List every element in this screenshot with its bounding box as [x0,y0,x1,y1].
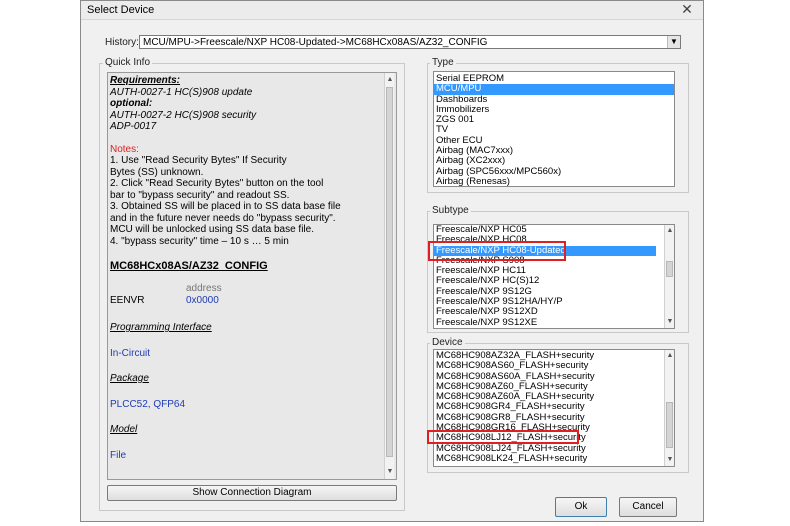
annotation-box-subtype [428,241,566,261]
device-listbox[interactable]: MC68HC908AZ32A_FLASH+security MC68HC908A… [433,349,675,467]
requirement-line: AUTH-0027-1 HC(S)908 update [110,86,253,98]
note-line: and in the future never needs do "bypass… [110,212,336,224]
annotation-box-device [427,430,579,444]
programming-interface-label: Programming Interface [110,322,212,333]
list-item[interactable]: ZGS 001 [434,114,674,125]
note-line: 2. Click "Read Security Bytes" button on… [110,178,324,189]
register-name: EENVR [110,295,145,306]
note-line: Bytes (SS) unknown. [110,166,204,178]
note-line: bar to "bypass security" and readout SS. [110,189,290,201]
optional-label: optional: [110,98,153,109]
device-label: Device [430,337,465,348]
note-line: 1. Use "Read Security Bytes" If Security [110,155,287,166]
scroll-up-icon[interactable]: ▲ [665,351,674,361]
requirements-label: Requirements: [110,75,181,86]
note-line: 3. Obtained SS will be placed in to SS d… [110,201,341,212]
ok-button[interactable]: Ok [555,497,607,517]
address-header: address [186,282,222,294]
package-value: PLCC52, QFP64 [110,398,186,410]
show-connection-diagram-button[interactable]: Show Connection Diagram [107,485,397,501]
history-label: History: [105,37,139,48]
scroll-up-icon[interactable]: ▲ [385,75,395,85]
config-title: MC68HCx08AS/AZ32_CONFIG [110,260,268,272]
optional-line: AUTH-0027-2 HC(S)908 security [110,109,257,121]
scroll-thumb[interactable] [386,87,393,457]
scroll-thumb[interactable] [666,261,673,277]
quick-info-label: Quick Info [103,57,153,68]
select-device-dialog: Select Device ✕ History: MCU/MPU->Freesc… [80,0,704,522]
type-listbox[interactable]: Serial EEPROM MCU/MPU Dashboards Immobil… [433,71,675,187]
title-bar: Select Device ✕ [81,1,703,20]
register-address: 0x0000 [186,295,219,306]
note-line: 4. "bypass security" time – 10 s … 5 min [110,235,289,247]
scroll-up-icon[interactable]: ▲ [665,226,674,236]
model-label: Model [110,424,138,435]
type-label: Type [430,57,456,68]
chevron-down-icon[interactable]: ▼ [667,36,680,48]
notes-label: Notes: [110,143,139,155]
quick-info-panel: Requirements: AUTH-0027-1 HC(S)908 updat… [107,72,397,480]
list-item[interactable]: MC68HC908LK24_FLASH+security [434,453,674,464]
close-icon[interactable]: ✕ [675,1,699,17]
scroll-thumb[interactable] [666,402,673,448]
subtype-scrollbar[interactable]: ▲ ▼ [664,225,674,328]
note-line: MCU will be unlocked using SS data base … [110,224,314,235]
scroll-down-icon[interactable]: ▼ [665,317,674,327]
package-label: Package [110,373,149,384]
list-item[interactable]: Freescale/NXP 9S12XE [434,317,674,328]
scroll-down-icon[interactable]: ▼ [665,455,674,465]
history-dropdown[interactable]: MCU/MPU->Freescale/NXP HC08-Updated->MC6… [139,35,681,49]
subtype-label: Subtype [430,205,471,216]
list-item[interactable]: Airbag (Renesas) [434,176,674,186]
subtype-listbox[interactable]: Freescale/NXP HC05 Freescale/NXP HC08 Fr… [433,224,675,329]
optional-line: ADP-0017 [110,121,157,132]
quick-info-content: Requirements: AUTH-0027-1 HC(S)908 updat… [110,75,380,461]
model-value: File [110,449,127,461]
cancel-button[interactable]: Cancel [619,497,677,517]
scroll-down-icon[interactable]: ▼ [385,467,395,477]
quick-info-scrollbar[interactable]: ▲ ▼ [384,73,394,479]
programming-interface-value: In-Circuit [110,347,151,359]
window-title: Select Device [87,4,155,16]
history-value: MCU/MPU->Freescale/NXP HC08-Updated->MC6… [143,37,488,48]
device-scrollbar[interactable]: ▲ ▼ [664,350,674,466]
